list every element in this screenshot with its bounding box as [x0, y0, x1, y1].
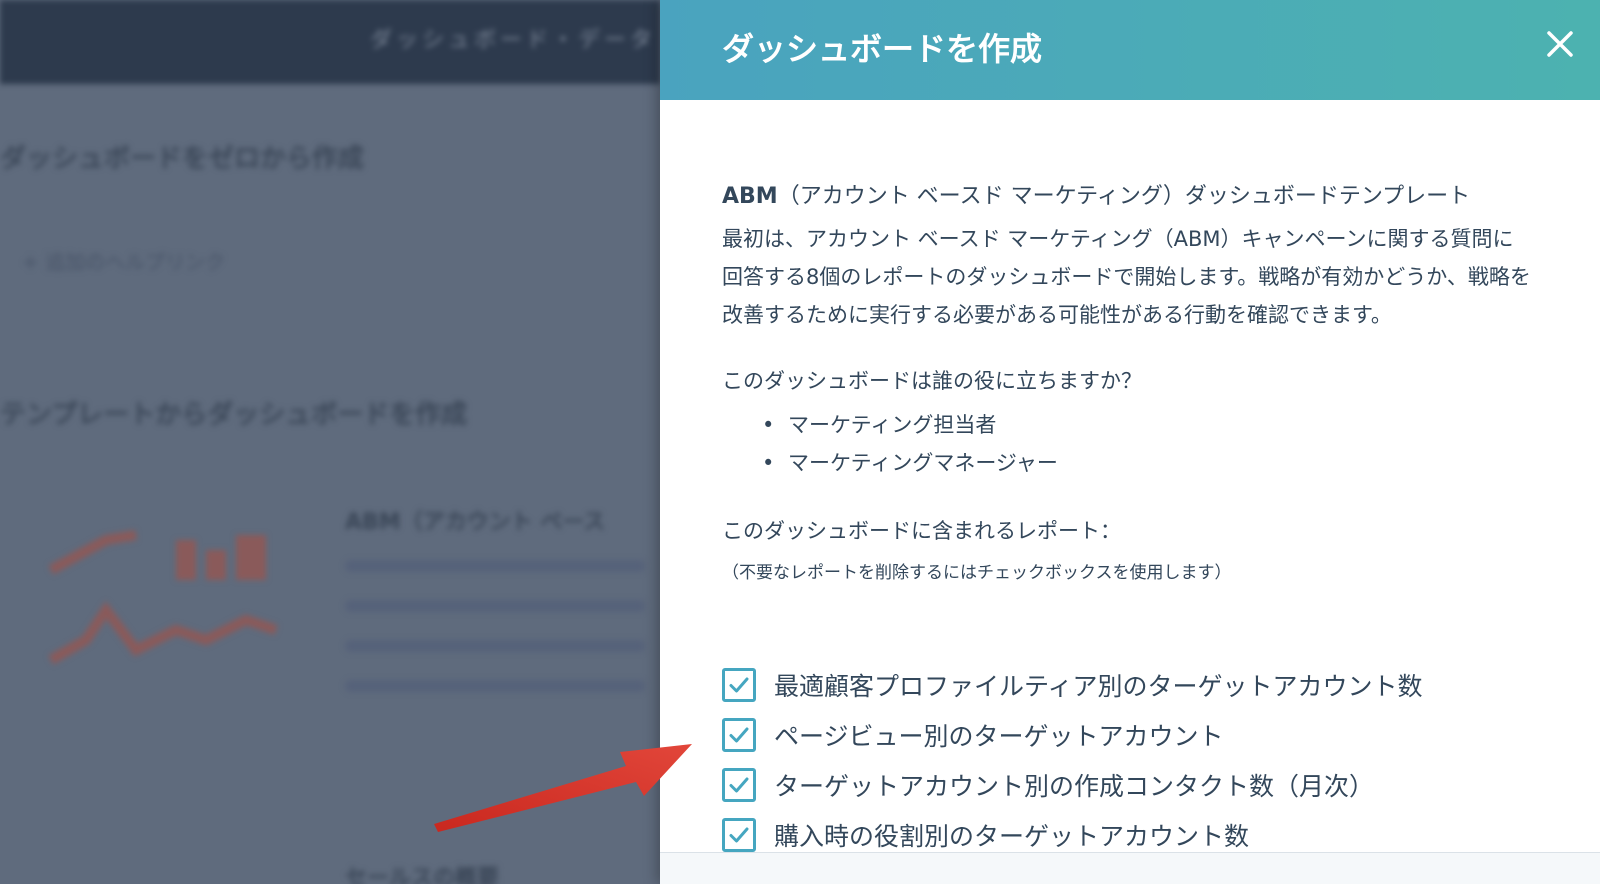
report-item: 最適顧客プロファイルティア別のターゲットアカウント数	[722, 660, 1423, 710]
list-item: マーケティングマネージャー	[762, 444, 1542, 482]
report-checkbox[interactable]	[722, 668, 756, 702]
report-item: ページビュー別のターゲットアカウント	[722, 710, 1423, 760]
background-text-line	[345, 600, 645, 612]
background-link: + 追加のヘルプリンク	[22, 250, 226, 274]
template-name-rest: （アカウント ベースド マーケティング）ダッシュボードテンプレート	[777, 184, 1471, 209]
report-checkbox[interactable]	[722, 768, 756, 802]
report-checkbox[interactable]	[722, 718, 756, 752]
panel-title: ダッシュボードを作成	[722, 30, 1043, 68]
report-list: 最適顧客プロファイルティア別のターゲットアカウント数 ページビュー別のターゲット…	[722, 660, 1423, 860]
checkmark-icon	[729, 727, 749, 743]
template-name: ABM（アカウント ベースド マーケティング）ダッシュボードテンプレート	[722, 180, 1542, 214]
checkmark-icon	[729, 677, 749, 693]
report-checkbox[interactable]	[722, 818, 756, 852]
background-section-title: テンプレートからダッシュボードを作成	[0, 400, 468, 430]
background-title: ダッシュボードをゼロから作成	[0, 144, 365, 174]
panel-body: ABM（アカウント ベースド マーケティング）ダッシュボードテンプレート 最初は…	[722, 180, 1542, 590]
background-text-line	[345, 560, 645, 572]
background-top-bar: ダッシュボード・データ	[0, 0, 660, 84]
checkmark-icon	[729, 777, 749, 793]
report-label: 購入時の役割別のターゲットアカウント数	[774, 822, 1250, 851]
report-label: ターゲットアカウント別の作成コンタクト数（月次）	[774, 772, 1375, 801]
template-description: 最初は、アカウント ベースド マーケティング（ABM）キャンペーンに関する質問に…	[722, 227, 1531, 327]
list-item: マーケティング担当者	[762, 406, 1542, 444]
reports-note: （不要なレポートを削除するにはチェックボックスを使用します）	[722, 563, 1232, 583]
panel-header: ダッシュボードを作成	[660, 0, 1600, 100]
annotation-arrow-icon	[434, 744, 692, 832]
checkmark-icon	[729, 827, 749, 843]
background-bottom-text: セールスの概要	[345, 866, 500, 884]
report-label: 最適顧客プロファイルティア別のターゲットアカウント数	[774, 672, 1423, 701]
create-dashboard-panel: ダッシュボードを作成 ABM（アカウント ベースド マーケティング）ダッシュボー…	[660, 0, 1600, 884]
background-text-line	[345, 680, 645, 692]
panel-footer	[660, 852, 1600, 884]
reports-heading: このダッシュボードに含まれるレポート：	[722, 519, 1121, 543]
background-top-bar-text: ダッシュボード・データ	[370, 28, 657, 53]
background-card-title: ABM（アカウント ベース	[345, 510, 606, 535]
background-thumbnail	[48, 530, 278, 665]
who-question: このダッシュボードは誰の役に立ちますか？	[722, 369, 1142, 393]
close-button[interactable]	[1540, 24, 1580, 64]
template-name-prefix: ABM	[722, 184, 778, 209]
close-icon	[1547, 31, 1573, 57]
background-text-line	[345, 640, 645, 652]
report-label: ページビュー別のターゲットアカウント	[774, 722, 1224, 751]
report-item: ターゲットアカウント別の作成コンタクト数（月次）	[722, 760, 1423, 810]
who-list: マーケティング担当者 マーケティングマネージャー	[762, 406, 1542, 482]
